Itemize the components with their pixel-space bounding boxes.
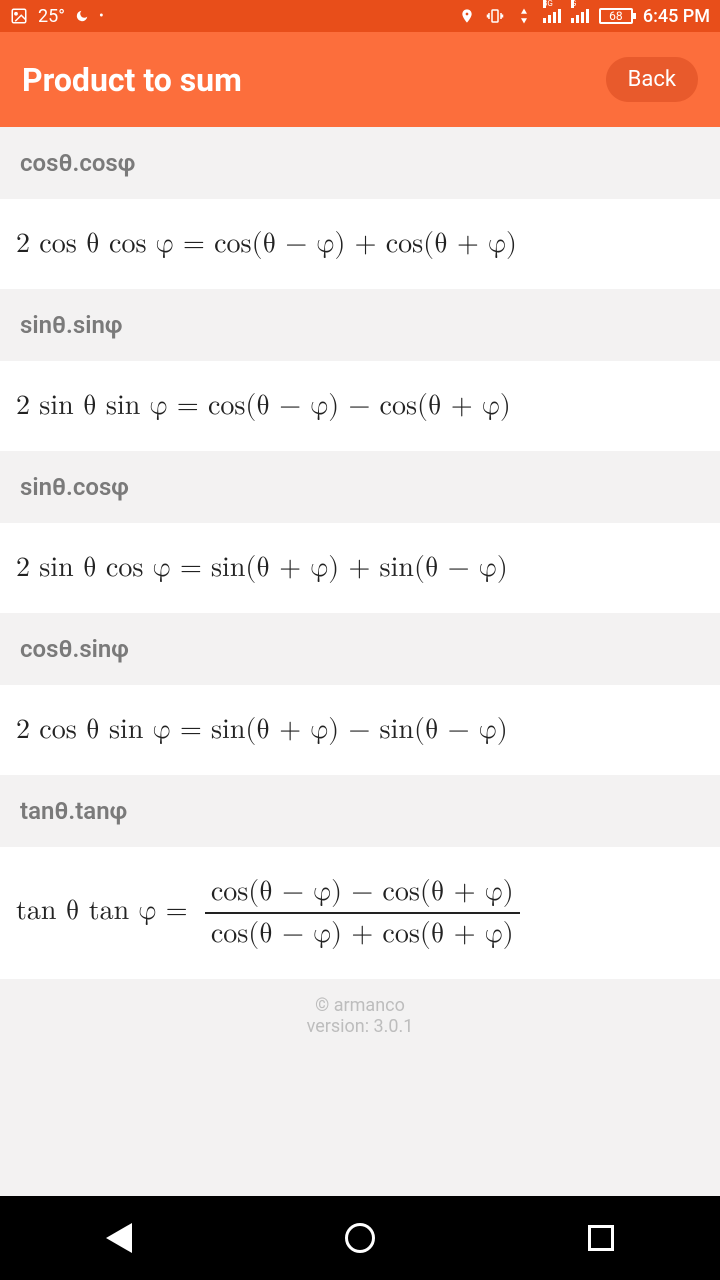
temperature: 25°	[38, 6, 65, 27]
nav-back-button[interactable]	[106, 1223, 132, 1253]
signal1-icon: 3G	[543, 9, 561, 23]
screen: 25° • 3G G 68	[0, 0, 720, 1280]
dot-icon: •	[99, 8, 104, 24]
signal2-icon: G	[571, 9, 589, 23]
section-label: cosθ.sinφ	[0, 613, 720, 685]
image-icon	[10, 7, 28, 25]
clock: 6:45 PM	[643, 6, 710, 27]
circle-icon	[345, 1223, 375, 1253]
section-label: cosθ.cosφ	[0, 127, 720, 199]
location-icon	[459, 8, 475, 24]
formula-sinsin: 2 sin θ sin φ = cos(θ − φ) − cos(θ + φ)	[0, 361, 720, 451]
formula-text: 2 cos θ cos φ = cos(θ − φ) + cos(θ + φ)	[16, 230, 517, 258]
footer: © armanco version: 3.0.1	[0, 979, 720, 1077]
formula-text: 2 cos θ sin φ = sin(θ + φ) − sin(θ − φ)	[16, 716, 508, 744]
wifi-dir-icon	[515, 7, 533, 25]
square-icon	[588, 1225, 614, 1251]
moon-icon	[75, 9, 89, 23]
triangle-icon	[106, 1223, 132, 1253]
nav-bar	[0, 1196, 720, 1280]
app-bar: Product to sum Back	[0, 32, 720, 127]
formula-cossin: 2 cos θ sin φ = sin(θ + φ) − sin(θ − φ)	[0, 685, 720, 775]
fraction-denominator: cos(θ − φ) + cos(θ + φ)	[205, 914, 520, 951]
nav-recent-button[interactable]	[588, 1225, 614, 1251]
formula-text: 2 sin θ cos φ = sin(θ + φ) + sin(θ − φ)	[16, 554, 508, 582]
status-right: 3G G 68 6:45 PM	[459, 6, 710, 27]
back-button[interactable]: Back	[606, 57, 698, 102]
formula-tantan: tan θ tan φ = cos(θ − φ) − cos(θ + φ) co…	[0, 847, 720, 979]
formula-coscos: 2 cos θ cos φ = cos(θ − φ) + cos(θ + φ)	[0, 199, 720, 289]
fraction: cos(θ − φ) − cos(θ + φ) cos(θ − φ) + cos…	[205, 875, 520, 951]
nav-home-button[interactable]	[345, 1223, 375, 1253]
footer-copyright: © armanco	[0, 995, 720, 1016]
formula-lhs: tan θ tan φ =	[16, 897, 188, 925]
status-bar: 25° • 3G G 68	[0, 0, 720, 32]
status-left: 25° •	[10, 6, 104, 27]
content-scroll[interactable]: cosθ.cosφ 2 cos θ cos φ = cos(θ − φ) + c…	[0, 127, 720, 1196]
section-label: sinθ.sinφ	[0, 289, 720, 361]
formula-sincos: 2 sin θ cos φ = sin(θ + φ) + sin(θ − φ)	[0, 523, 720, 613]
fraction-numerator: cos(θ − φ) − cos(θ + φ)	[205, 875, 520, 914]
section-label: tanθ.tanφ	[0, 775, 720, 847]
page-title: Product to sum	[22, 61, 242, 99]
battery-icon: 68	[599, 8, 633, 24]
battery-level: 68	[609, 9, 623, 23]
footer-version: version: 3.0.1	[0, 1016, 720, 1037]
section-label: sinθ.cosφ	[0, 451, 720, 523]
formula-text: 2 sin θ sin φ = cos(θ − φ) − cos(θ + φ)	[16, 392, 511, 420]
vibrate-icon	[485, 7, 505, 25]
